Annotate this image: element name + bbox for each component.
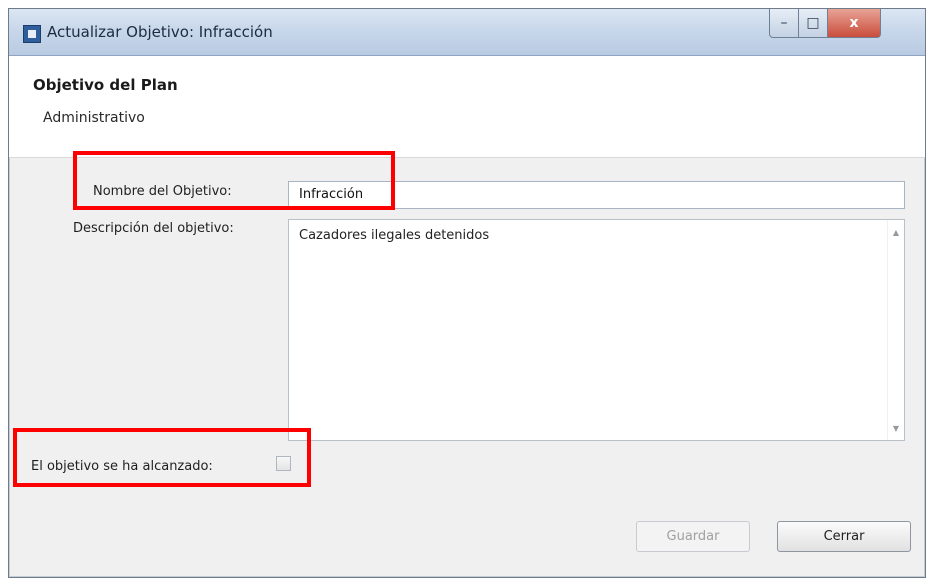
achieved-checkbox[interactable] (276, 456, 291, 471)
title-bar[interactable]: Actualizar Objetivo: Infracción – □ x (9, 9, 925, 56)
description-label: Descripción del objetivo: (73, 221, 234, 236)
save-button[interactable]: Guardar (636, 521, 750, 552)
description-text: Cazadores ilegales detenidos (299, 228, 490, 243)
description-scrollbar[interactable]: ▲ ▼ (887, 220, 904, 440)
name-label: Nombre del Objetivo: (93, 184, 232, 199)
close-window-button[interactable]: x (827, 9, 881, 38)
achieved-label: El objetivo se ha alcanzado: (31, 459, 213, 474)
name-input[interactable]: Infracción (288, 181, 905, 209)
header-panel: Objetivo del Plan Administrativo (9, 56, 925, 158)
page-title: Objetivo del Plan (33, 76, 178, 94)
close-button[interactable]: Cerrar (777, 521, 911, 552)
scroll-down-icon[interactable]: ▼ (888, 420, 904, 436)
description-textarea[interactable]: Cazadores ilegales detenidos ▲ ▼ (288, 219, 905, 441)
window-title: Actualizar Objetivo: Infracción (47, 23, 273, 41)
maximize-button[interactable]: □ (798, 9, 828, 38)
page-subtitle: Administrativo (43, 110, 145, 126)
app-icon (23, 25, 41, 43)
dialog-window: Actualizar Objetivo: Infracción – □ x Ob… (8, 8, 926, 578)
minimize-button[interactable]: – (769, 9, 799, 38)
scroll-up-icon[interactable]: ▲ (888, 224, 904, 240)
